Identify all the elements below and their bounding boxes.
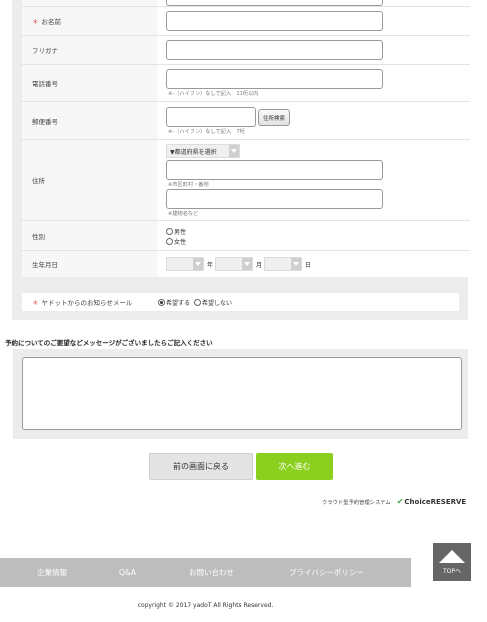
required-mark: ＊ [32, 18, 39, 26]
kana-field-cell [158, 36, 470, 64]
notify-label: ＊ヤドットからのお知らせメール [32, 299, 133, 307]
back-button[interactable]: 前の画面に戻る [149, 453, 253, 480]
name-field-cell [158, 7, 470, 35]
required-mark: ＊ [32, 299, 39, 307]
footer-nav: 企業情報 Q&A お問い合わせ プライバシーポリシー [0, 558, 411, 587]
phone-label: 電話番号 [22, 65, 158, 101]
chevron-down-icon [229, 145, 239, 157]
row-kana: フリガナ [22, 36, 470, 65]
gender-label: 性別 [22, 221, 158, 250]
year-select[interactable] [166, 257, 204, 271]
phone-hint: ※-（ハイフン）なしで記入 11桁以内 [168, 91, 259, 97]
check-icon: ✔ [396, 497, 404, 506]
form-panel: ＊お名前 フリガナ 電話番号 ※-（ハイフン）なしで記入 11桁以内 郵便番号 … [12, 0, 470, 320]
message-title: 予約についてのご要望などメッセージがございましたらご記入ください [5, 339, 213, 347]
address2-input[interactable] [166, 189, 383, 209]
powered-text: クラウド型予約管理システム [322, 499, 391, 506]
powered-by: クラウド型予約管理システム ✔ ChoiceRESERVE [322, 497, 466, 506]
address1-hint: ※市区町村・番地 [168, 182, 209, 188]
year-unit: 年 [207, 262, 214, 269]
row-zip: 郵便番号 住所検索 ※-（ハイフン）なしで記入 7桁 [22, 102, 470, 140]
label-cell [22, 0, 158, 6]
zip-search-button[interactable]: 住所検索 [258, 109, 291, 126]
next-button[interactable]: 次へ進む [256, 453, 333, 480]
row-address: 住所 ▼都道府県を選択 ※市区町村・番地 ※建物名など [22, 140, 470, 221]
kana-input[interactable] [166, 40, 383, 60]
footer-link-contact[interactable]: お問い合わせ [189, 567, 234, 578]
address-label: 住所 [22, 140, 158, 220]
form-table: ＊お名前 フリガナ 電話番号 ※-（ハイフン）なしで記入 11桁以内 郵便番号 … [22, 0, 470, 277]
address-field-cell: ▼都道府県を選択 ※市区町村・番地 ※建物名など [158, 140, 470, 220]
footer-link-qa[interactable]: Q&A [119, 568, 136, 577]
row-name: ＊お名前 [22, 7, 470, 36]
row-gender: 性別 男性 女性 [22, 221, 470, 251]
radio-checked-icon[interactable] [158, 299, 165, 306]
address1-input[interactable] [166, 160, 383, 180]
zip-label: 郵便番号 [22, 102, 158, 139]
arrow-up-icon [439, 549, 465, 563]
top-button-label: TOPへ [442, 567, 461, 575]
notify-option-yes[interactable]: 希望する [158, 298, 190, 307]
row-birthday: 生年月日 年 月 日 [22, 251, 470, 277]
gender-option-female[interactable]: 女性 [166, 237, 186, 246]
row-top-partial [22, 0, 470, 7]
zip-field-cell: 住所検索 ※-（ハイフン）なしで記入 7桁 [158, 102, 470, 139]
choice-reserve-logo[interactable]: ✔ ChoiceRESERVE [397, 497, 467, 506]
gender-field-cell: 男性 女性 [158, 221, 470, 250]
day-unit: 日 [305, 262, 312, 269]
radio-icon[interactable] [166, 238, 173, 245]
zip-hint: ※-（ハイフン）なしで記入 7桁 [168, 129, 245, 135]
chevron-down-icon [242, 258, 252, 270]
field-cell [158, 0, 470, 6]
message-textarea[interactable] [22, 357, 462, 430]
phone-field-cell: ※-（ハイフン）なしで記入 11桁以内 [158, 65, 470, 101]
copyright: copyright © 2017 yadoT All Rights Reserv… [137, 602, 274, 609]
day-select[interactable] [264, 257, 302, 271]
birthday-field-cell: 年 月 日 [158, 251, 470, 277]
gender-option-male[interactable]: 男性 [166, 227, 186, 236]
notify-option-no[interactable]: 希望しない [194, 298, 232, 307]
footer-link-privacy[interactable]: プライバシーポリシー [289, 567, 364, 578]
prefecture-select[interactable]: ▼都道府県を選択 [166, 144, 240, 158]
chevron-down-icon [291, 258, 301, 270]
birthday-label: 生年月日 [22, 251, 158, 277]
message-panel [13, 349, 468, 439]
zip-input[interactable] [166, 107, 256, 127]
address2-hint: ※建物名など [168, 211, 199, 217]
radio-icon[interactable] [194, 299, 201, 306]
name-input[interactable] [166, 11, 383, 31]
name-label: ＊お名前 [22, 7, 158, 35]
notify-row: ＊ヤドットからのお知らせメール 希望する 希望しない [22, 293, 459, 311]
kana-label: フリガナ [22, 36, 158, 64]
radio-icon[interactable] [166, 228, 173, 235]
footer-link-company[interactable]: 企業情報 [37, 567, 67, 578]
phone-input[interactable] [166, 69, 383, 89]
month-unit: 月 [256, 262, 263, 269]
chevron-down-icon [193, 258, 203, 270]
month-select[interactable] [215, 257, 253, 271]
back-to-top-button[interactable]: TOPへ [433, 543, 471, 581]
row-phone: 電話番号 ※-（ハイフン）なしで記入 11桁以内 [22, 65, 470, 102]
previous-input[interactable] [166, 0, 383, 6]
